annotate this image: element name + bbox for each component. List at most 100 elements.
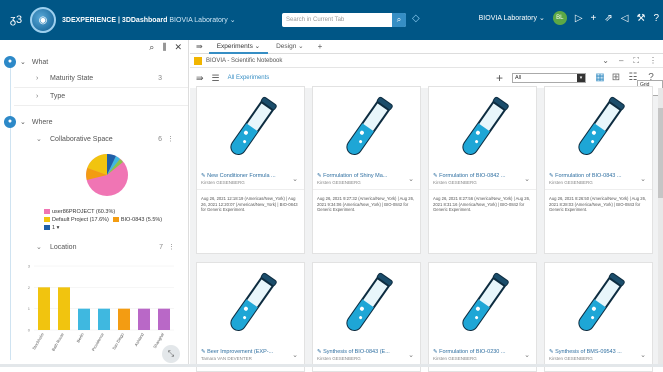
legend-item[interactable]: 1 ▾: [44, 224, 166, 232]
chevron-down-icon[interactable]: ⌄: [408, 351, 414, 359]
facet-location[interactable]: ⌄ Location 7 ⋮: [14, 238, 189, 256]
add-experiment-icon[interactable]: +: [496, 71, 503, 85]
experiment-grid: ✎ New Conditioner Formula ... Kirsten GES…: [196, 86, 658, 372]
location-bar[interactable]: [158, 308, 170, 330]
search-input[interactable]: Search in Current Tab ⏷: [282, 13, 406, 27]
card-owner: Kirsten GESENBERG: [433, 180, 477, 185]
help-icon[interactable]: ?: [653, 13, 659, 24]
scrollbar[interactable]: [658, 88, 663, 367]
card-thumbnail[interactable]: [429, 87, 536, 171]
location-bar-chart[interactable]: 0 1 2 3 Stockholm Bath Route Berlin Providence S…: [22, 260, 178, 364]
card-thumbnail[interactable]: [429, 263, 536, 347]
expand-panel-icon[interactable]: ⇛: [196, 73, 204, 84]
chevron-down-icon[interactable]: ⌄: [292, 351, 298, 359]
pin-button[interactable]: ⤡: [162, 345, 180, 363]
close-icon[interactable]: ✕: [174, 42, 182, 53]
tenant-selector[interactable]: BIOVIA Laboratory ⌄: [479, 14, 545, 22]
card-title[interactable]: ✎ Synthesis of BMS-09543 ...: [545, 347, 652, 355]
app-title[interactable]: 3DEXPERIENCE | 3DDashboard BIOVIA Labora…: [62, 16, 236, 24]
experiment-card[interactable]: ✎ Formulation of Shiny Ma... Kirsten GESE…: [312, 86, 421, 254]
collab-pie-chart[interactable]: [84, 152, 130, 200]
all-experiments-link[interactable]: All Experiments: [228, 75, 270, 81]
facet-what[interactable]: ● ⌄ What: [0, 54, 188, 70]
legend-label: BIO-0843 (5.5%): [120, 217, 163, 223]
tab-experiments[interactable]: Experiments ⌄: [208, 40, 269, 54]
tab-design[interactable]: Design ⌄: [268, 40, 312, 54]
chevron-down-icon[interactable]: ⌄: [640, 175, 646, 183]
tile-view-icon[interactable]: ▦: [594, 72, 606, 84]
card-title[interactable]: ✎ Formulation of BIO-0230 ...: [429, 347, 536, 355]
card-title[interactable]: ✎ Beer Improvement (EXP-...: [197, 347, 304, 355]
experiment-card[interactable]: ✎ Beer Improvement (EXP-... Tamara VAN DE…: [196, 262, 305, 372]
more-icon[interactable]: ⋮: [167, 135, 174, 143]
toggle-panel-icon[interactable]: ⇛: [190, 42, 209, 51]
location-bar[interactable]: [138, 308, 150, 330]
facet-where[interactable]: ● ⌄ Where: [0, 114, 188, 130]
experiment-card[interactable]: ✎ Formulation of BIO-0230 ... Kirsten GES…: [428, 262, 537, 372]
columns-icon[interactable]: ⫼: [162, 42, 166, 53]
facet-maturity[interactable]: › Maturity State 3: [14, 70, 188, 88]
experiment-card[interactable]: ✎ Synthesis of BIO-0843 (E... Kirsten GES…: [312, 262, 421, 372]
list-icon[interactable]: ☰: [212, 73, 220, 84]
chevron-down-icon[interactable]: ⌄: [408, 175, 414, 183]
send-icon[interactable]: ◁: [621, 13, 629, 24]
location-bar[interactable]: [118, 308, 130, 330]
tag-icon[interactable]: ◇: [412, 13, 420, 24]
more-icon[interactable]: ⋮: [649, 56, 657, 66]
grid-view-icon[interactable]: ⊞: [610, 72, 622, 84]
chevron-down-icon[interactable]: ⌄: [640, 351, 646, 359]
location-bar[interactable]: [38, 287, 50, 330]
facet-collab-space[interactable]: ⌄ Collaborative Space 6 ⋮: [14, 130, 188, 148]
share-icon[interactable]: ⇗: [604, 13, 612, 24]
chevron-down-icon[interactable]: ⌄: [524, 351, 530, 359]
facet-collab-label: Collaborative Space: [50, 135, 113, 143]
add-icon[interactable]: +: [591, 13, 597, 24]
card-title[interactable]: ✎ Synthesis of BIO-0843 (E...: [313, 347, 420, 355]
share-tag-icon[interactable]: ▷: [575, 13, 583, 24]
experiment-card[interactable]: ✎ Synthesis of BMS-09543 ... Kirsten GESE…: [544, 262, 653, 372]
card-title[interactable]: ✎ Formulation of BIO-0843 ...: [545, 171, 652, 179]
card-thumbnail[interactable]: [313, 87, 420, 171]
chevron-down-icon[interactable]: ⌄: [292, 175, 298, 183]
compass-icon[interactable]: ◉: [30, 7, 56, 33]
search-icon[interactable]: ⌕: [149, 42, 154, 53]
filter-select[interactable]: All ▾: [512, 73, 586, 83]
card-thumbnail[interactable]: [197, 87, 304, 171]
card-thumbnail[interactable]: [545, 87, 652, 171]
location-bar[interactable]: [78, 308, 90, 330]
experiment-card[interactable]: ✎ Formulation of BIO-0842 ... Kirsten GES…: [428, 86, 537, 254]
legend-item[interactable]: Default Project (17.6%): [44, 216, 109, 224]
add-tab-icon[interactable]: +: [312, 42, 329, 51]
card-owner: Kirsten GESENBERG: [317, 356, 361, 361]
chevron-down-icon[interactable]: ⌄: [524, 175, 530, 183]
card-title[interactable]: ✎ Formulation of BIO-0842 ...: [429, 171, 536, 179]
collapse-icon[interactable]: ⌄: [602, 56, 609, 66]
brand-logo-icon[interactable]: ᵹ3: [2, 14, 30, 26]
test-tube-icon: [345, 96, 393, 156]
filter-panel: ⌕ ⫼ ✕ ● ⌄ What › Maturity State 3 › Type…: [0, 40, 189, 367]
facet-type[interactable]: › Type: [14, 88, 188, 106]
legend-item[interactable]: BIO-0843 (5.5%): [112, 216, 163, 224]
test-tube-icon: [345, 272, 393, 332]
card-thumbnail[interactable]: [313, 263, 420, 347]
search-button[interactable]: ⌕: [392, 13, 406, 27]
avatar[interactable]: BL: [552, 11, 567, 25]
location-bar[interactable]: [98, 308, 110, 330]
tools-icon[interactable]: ⚒: [636, 13, 645, 24]
minimize-icon[interactable]: –: [619, 56, 623, 66]
maximize-icon[interactable]: ⛶: [633, 56, 639, 66]
content-toolbar: ⇛ ☰ All Experiments + All ▾ ▦ ⊞ ☷ ?: [190, 68, 663, 88]
location-bar[interactable]: [58, 287, 70, 330]
panel-divider: [10, 60, 11, 360]
card-title[interactable]: ✎ New Conditioner Formula ...: [197, 171, 304, 179]
card-title[interactable]: ✎ Formulation of Shiny Ma...: [313, 171, 420, 179]
legend-item[interactable]: user86PROJECT (60.3%): [44, 208, 166, 216]
experiment-card[interactable]: ✎ Formulation of BIO-0843 ... Kirsten GES…: [544, 86, 653, 254]
more-icon[interactable]: ⋮: [168, 243, 175, 251]
facet-collab-count: 6: [158, 135, 162, 143]
chevron-down-icon: ⌄: [20, 59, 26, 66]
experiment-card[interactable]: ✎ New Conditioner Formula ... Kirsten GES…: [196, 86, 305, 254]
card-thumbnail[interactable]: [545, 263, 652, 347]
card-thumbnail[interactable]: [197, 263, 304, 347]
scrollbar-thumb[interactable]: [658, 108, 663, 198]
